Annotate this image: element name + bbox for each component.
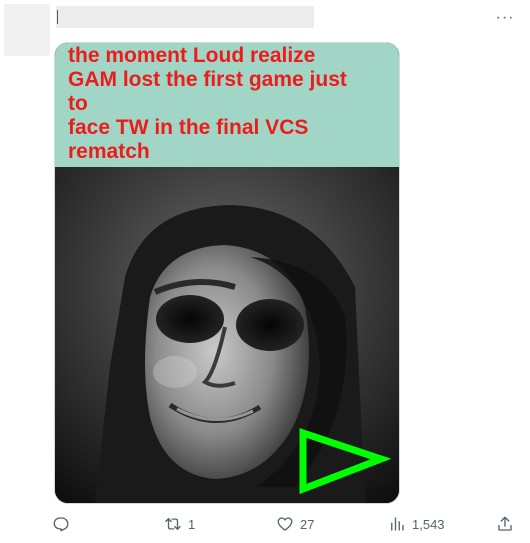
action-bar: 1 27 1,543 (0, 510, 530, 538)
repost-icon (165, 518, 181, 530)
caption-line: rematch (68, 140, 150, 163)
views-chart-icon (391, 517, 404, 531)
like-button[interactable]: 27 (276, 510, 314, 538)
caption-line: GAM lost the first game just (68, 68, 347, 91)
meme-photo (55, 167, 399, 503)
avatar[interactable] (4, 4, 50, 56)
tweet-card[interactable]: ··· the moment Loud realize GAM lost the… (0, 0, 530, 543)
views-count: 1,543 (412, 516, 445, 532)
post-media-image[interactable]: the moment Loud realize GAM lost the fir… (54, 42, 400, 504)
heart-icon (277, 517, 293, 531)
caption-line: the moment Loud realize (68, 44, 316, 67)
meme-caption: the moment Loud realize GAM lost the fir… (55, 43, 399, 167)
caption-line: face TW in the final VCS (68, 116, 309, 139)
views-button[interactable]: 1,543 (388, 510, 445, 538)
repost-count: 1 (188, 516, 196, 532)
reply-icon (53, 517, 69, 532)
author-name-redacted (56, 6, 314, 28)
share-icon (498, 516, 512, 531)
like-count: 27 (300, 516, 315, 532)
share-button[interactable] (496, 510, 514, 538)
caption-line: to (68, 92, 88, 115)
reply-button[interactable] (52, 510, 70, 538)
more-icon: ··· (495, 9, 515, 26)
text-cursor (57, 10, 58, 24)
more-options-button[interactable]: ··· (494, 9, 516, 26)
repost-button[interactable]: 1 (164, 510, 195, 538)
